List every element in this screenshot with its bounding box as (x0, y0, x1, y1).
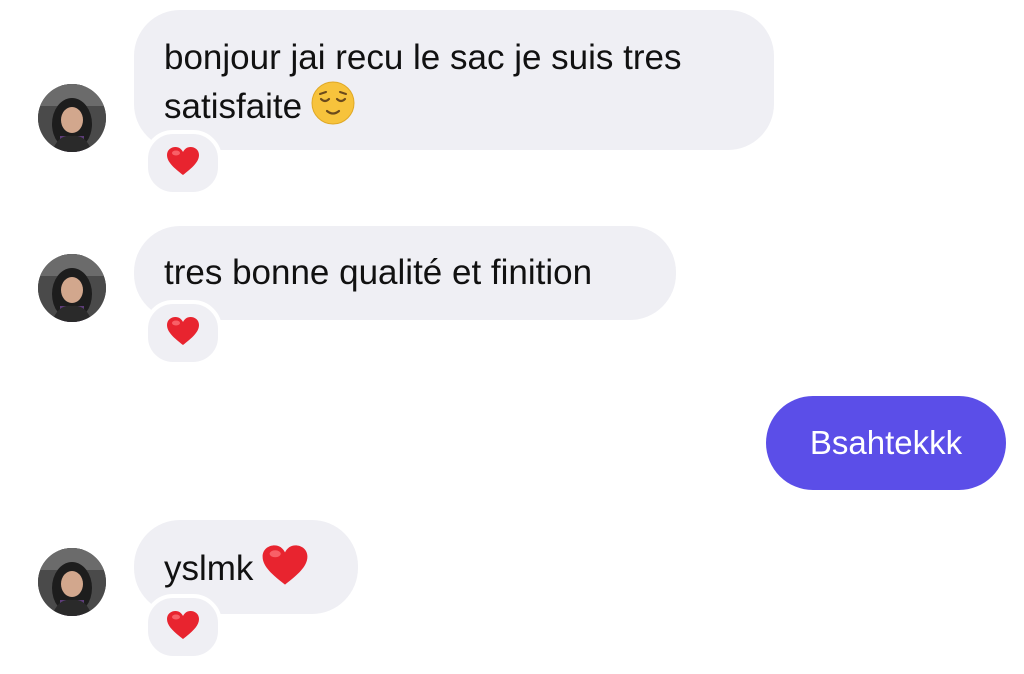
relieved-face-icon (310, 80, 356, 137)
red-heart-icon (261, 544, 309, 597)
heart-icon (166, 146, 200, 181)
contact-avatar[interactable] (38, 84, 106, 152)
heart-icon (166, 610, 200, 645)
contact-avatar[interactable] (38, 254, 106, 322)
heart-reaction[interactable] (144, 130, 222, 196)
contact-avatar[interactable] (38, 548, 106, 616)
heart-reaction[interactable] (144, 594, 222, 660)
heart-reaction[interactable] (144, 300, 222, 366)
heart-icon (166, 316, 200, 351)
message-text: yslmk (164, 548, 254, 588)
incoming-message-bubble[interactable]: tres bonne qualité et finition (134, 226, 676, 320)
message-text: bonjour jai recu le sac je suis tres sat… (164, 38, 682, 126)
message-text: tres bonne qualité et finition (164, 253, 593, 292)
outgoing-message-bubble[interactable]: Bsahtekkk (766, 396, 1006, 490)
incoming-message-bubble[interactable]: bonjour jai recu le sac je suis tres sat… (134, 10, 774, 150)
message-text: Bsahtekkk (809, 424, 963, 461)
